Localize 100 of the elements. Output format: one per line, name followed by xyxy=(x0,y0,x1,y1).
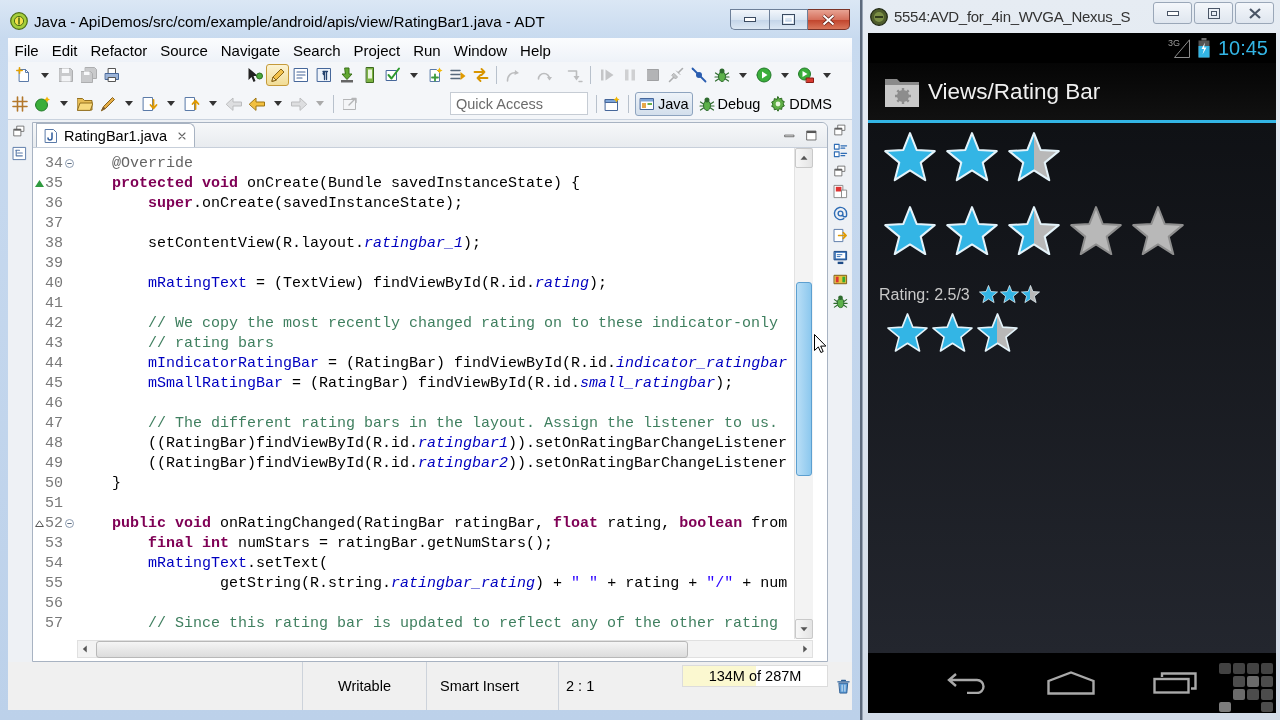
close-button[interactable] xyxy=(1235,2,1274,24)
collapse-icon[interactable] xyxy=(65,518,74,528)
recents-icon[interactable] xyxy=(1153,672,1197,694)
slashed-dot-icon[interactable] xyxy=(690,67,707,83)
menu-item[interactable]: Navigate xyxy=(214,41,287,59)
document-down-icon[interactable] xyxy=(141,95,158,112)
grip-icon[interactable] xyxy=(1218,662,1274,712)
bug-icon[interactable] xyxy=(832,294,848,309)
heap-meter[interactable]: 134M of 287M xyxy=(682,665,828,687)
folder-icon[interactable] xyxy=(76,95,93,112)
grid-icon[interactable] xyxy=(11,95,28,112)
scrollbar-thumb[interactable] xyxy=(796,282,812,476)
minimize-button[interactable] xyxy=(1153,2,1192,24)
app-icon xyxy=(10,12,28,30)
tree-view-icon[interactable] xyxy=(11,146,27,161)
collapse-icon[interactable] xyxy=(65,158,74,168)
document-arrow-icon[interactable] xyxy=(832,228,848,243)
menu-item[interactable]: Refactor xyxy=(84,41,154,59)
at-sign-icon[interactable] xyxy=(832,206,848,221)
perspective-button[interactable]: Java xyxy=(634,91,693,116)
problems-icon[interactable] xyxy=(832,184,848,199)
restore-icon[interactable] xyxy=(834,165,846,177)
pointer-icon[interactable] xyxy=(246,67,263,83)
menu-item[interactable]: Window xyxy=(447,41,514,59)
quick-access-field[interactable]: Quick Access xyxy=(449,92,588,115)
line-number: 43 xyxy=(45,334,63,352)
vertical-scrollbar[interactable] xyxy=(794,148,813,639)
line-number: 49 xyxy=(45,454,63,472)
arrow-left-icon[interactable] xyxy=(248,95,265,112)
monitor-icon[interactable] xyxy=(832,250,848,265)
screen-title: Views/Rating Bar xyxy=(928,78,1101,105)
editor-tab[interactable]: RatingBar1.java xyxy=(36,123,196,147)
document-plus-icon[interactable] xyxy=(15,67,32,83)
caret-icon[interactable] xyxy=(59,101,68,106)
minimize-icon xyxy=(1166,10,1179,16)
play-toolbox-icon[interactable] xyxy=(797,67,814,83)
perspective-button[interactable]: Debug xyxy=(694,91,765,116)
print-icon[interactable] xyxy=(103,67,120,83)
minimize-button[interactable] xyxy=(730,9,769,30)
close-icon xyxy=(822,13,835,26)
maximize-icon xyxy=(782,14,795,25)
clock: 10:45 xyxy=(1217,36,1268,60)
horizontal-scrollbar[interactable] xyxy=(77,640,813,658)
heap-text: 134M of 287M xyxy=(708,668,802,684)
code-line: mIndicatorRatingBar = (RatingBar) findViewById(R.id.indicator_ratingbar xyxy=(148,354,788,372)
home-icon[interactable] xyxy=(1047,671,1095,695)
document-up-icon[interactable] xyxy=(183,95,200,112)
maximize-icon[interactable] xyxy=(805,128,818,142)
scrollbar-thumb[interactable] xyxy=(96,640,688,658)
brush-icon[interactable] xyxy=(99,95,116,112)
caret-icon[interactable] xyxy=(273,101,282,106)
class-icon[interactable] xyxy=(34,95,51,112)
caret-icon[interactable] xyxy=(780,72,789,78)
caret-icon[interactable] xyxy=(208,101,217,106)
download-icon[interactable] xyxy=(338,67,355,83)
trash-icon[interactable] xyxy=(836,678,851,694)
caret-icon[interactable] xyxy=(40,72,49,78)
code-line: setContentView(R.layout.ratingbar_1); xyxy=(148,234,482,252)
star-icon[interactable] xyxy=(1132,205,1184,256)
bug-icon[interactable] xyxy=(713,67,730,83)
outline-icon[interactable] xyxy=(832,143,848,158)
menu-item[interactable]: Help xyxy=(513,41,558,59)
close-icon xyxy=(1248,7,1261,19)
close-button[interactable] xyxy=(808,9,850,30)
maximize-button[interactable] xyxy=(1194,2,1233,24)
line-number: 56 xyxy=(45,594,63,612)
caret-icon[interactable] xyxy=(124,101,133,106)
menu-item[interactable]: File xyxy=(8,41,46,59)
checkbox-tick-icon[interactable] xyxy=(384,67,401,83)
line-number: 38 xyxy=(45,234,63,252)
restore-icon[interactable] xyxy=(13,125,25,137)
star-icon[interactable] xyxy=(1070,205,1122,256)
star-icon xyxy=(932,312,973,352)
caret-icon[interactable] xyxy=(409,72,418,78)
line-number: 45 xyxy=(45,374,63,392)
line-number: 40 xyxy=(45,274,63,292)
line-number: 57 xyxy=(45,614,63,632)
code-line: super.onCreate(savedInstanceState); xyxy=(148,194,464,212)
maximize-button[interactable] xyxy=(769,9,808,30)
line-number: 53 xyxy=(45,534,63,552)
caret-icon[interactable] xyxy=(822,72,831,78)
menu-item[interactable]: Edit xyxy=(45,41,85,59)
menu-item[interactable]: Search xyxy=(286,41,347,59)
star-icon xyxy=(887,312,928,352)
perspective-button[interactable]: DDMS xyxy=(766,91,836,116)
menu-item[interactable]: Source xyxy=(153,41,215,59)
device-icon[interactable] xyxy=(832,272,848,287)
text-box-icon[interactable] xyxy=(292,67,309,83)
caret-icon[interactable] xyxy=(166,101,175,106)
code-line: // rating bars xyxy=(148,334,275,352)
line-number: 35 xyxy=(45,174,63,192)
menu-item[interactable]: Project xyxy=(347,41,407,59)
window-plus-icon[interactable] xyxy=(604,95,621,112)
caret-icon[interactable] xyxy=(738,72,747,78)
paragraph-icon[interactable] xyxy=(315,67,332,83)
restore-icon[interactable] xyxy=(834,124,846,136)
code-line: ((RatingBar)findViewById(R.id.ratingbar2)).setOnRatingBarChangeListener xyxy=(148,454,788,472)
menu-item[interactable]: Run xyxy=(406,41,448,59)
code-line: final int numStars = ratingBar.getNumStars(); xyxy=(148,534,554,552)
code-line: mSmallRatingBar = (RatingBar) findViewById(R.id.small_ratingbar); xyxy=(148,374,734,392)
